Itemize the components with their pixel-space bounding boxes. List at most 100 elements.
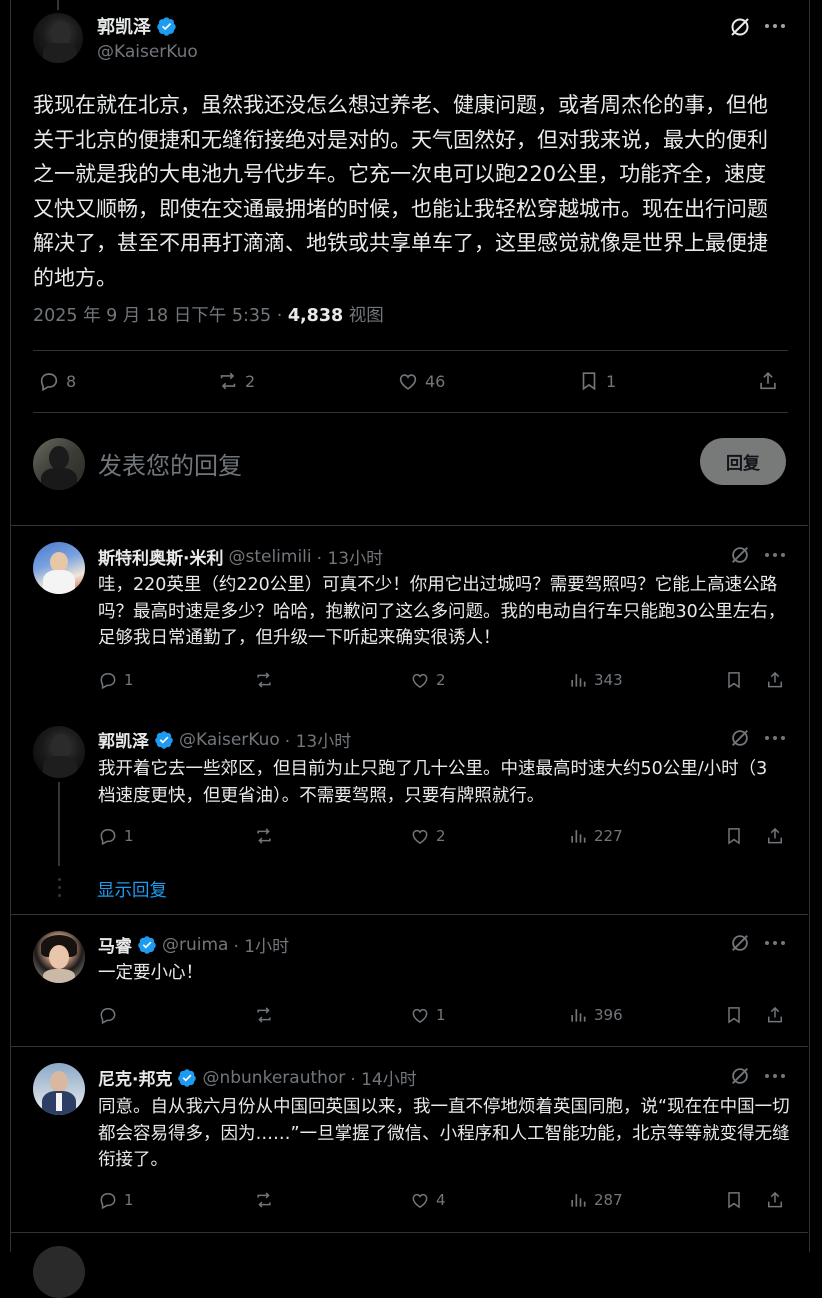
bookmark-action[interactable] xyxy=(724,1005,744,1025)
repost-icon xyxy=(257,672,271,688)
repost-action[interactable]: 2 xyxy=(217,370,255,392)
like-count: 4 xyxy=(436,1191,446,1209)
bookmark-action[interactable] xyxy=(724,670,744,690)
like-action[interactable]: 4 xyxy=(410,1190,446,1210)
like-icon xyxy=(412,1193,428,1208)
like-action[interactable]: 46 xyxy=(397,370,445,392)
grok-icon[interactable] xyxy=(729,1065,751,1087)
grok-icon[interactable] xyxy=(728,15,752,39)
bookmark-action[interactable] xyxy=(724,1190,744,1210)
like-action[interactable]: 2 xyxy=(410,670,446,690)
views-count: 396 xyxy=(594,1006,623,1024)
more-icon[interactable] xyxy=(764,937,786,949)
views-count: 4,838 xyxy=(287,306,344,326)
repost-action[interactable] xyxy=(254,670,274,690)
avatar-kaiserkuo[interactable] xyxy=(33,726,85,778)
bookmark-action[interactable]: 1 xyxy=(578,370,616,392)
reply-author-handle[interactable]: @ruima xyxy=(162,935,228,955)
reply-time[interactable]: · 13小时 xyxy=(317,544,383,569)
share-action[interactable] xyxy=(765,670,785,690)
reply-author-name[interactable]: 尼克·邦克 xyxy=(98,1065,172,1090)
like-action[interactable]: 2 xyxy=(410,826,446,846)
reply-time[interactable]: · 14小时 xyxy=(350,1065,416,1090)
share-action[interactable] xyxy=(765,826,785,846)
avatar-stelimili[interactable] xyxy=(33,542,85,594)
repost-action[interactable] xyxy=(254,1005,274,1025)
current-user-avatar[interactable] xyxy=(33,438,85,490)
reply-text: 我开着它去一些郊区，但目前为止只跑了几十公里。中速最高时速大约50公里/小时（3… xyxy=(98,759,768,806)
bookmark-action[interactable] xyxy=(724,826,744,846)
reply-count: 8 xyxy=(66,371,77,391)
share-icon xyxy=(760,372,776,390)
divider xyxy=(11,1232,808,1233)
views-count: 227 xyxy=(594,827,623,845)
reply-header: 尼克·邦克 @nbunkerauthor · 14小时 xyxy=(98,1065,417,1091)
verified-badge-icon xyxy=(157,16,176,36)
grok-icon[interactable] xyxy=(729,932,751,954)
reply-count: 1 xyxy=(124,827,134,845)
reply-header: 斯特利奥斯·米利 @stelimili · 13小时 xyxy=(98,544,383,570)
like-icon xyxy=(412,673,428,688)
avatar-ruima[interactable] xyxy=(33,931,85,983)
like-icon xyxy=(412,1008,428,1023)
views-action[interactable]: 396 xyxy=(568,1005,623,1025)
bookmark-icon xyxy=(728,1007,740,1024)
reply-action[interactable]: 1 xyxy=(98,1190,134,1210)
repost-action[interactable] xyxy=(254,826,274,846)
reply-author-name[interactable]: 斯特利奥斯·米利 xyxy=(98,544,223,569)
more-icon[interactable] xyxy=(764,549,786,561)
divider xyxy=(11,525,808,526)
views-count: 287 xyxy=(594,1191,623,1209)
like-count: 2 xyxy=(436,671,446,689)
reply-text: 一定要小心！ xyxy=(98,963,203,983)
reply-icon xyxy=(100,829,116,846)
share-icon xyxy=(768,671,782,688)
reply-button[interactable]: 回复 xyxy=(700,438,786,485)
main-tweet-text: 我现在就在北京，虽然我还没怎么想过养老、健康问题，或者周杰伦的事，但他关于北京的… xyxy=(33,93,768,290)
verified-badge-icon xyxy=(178,1068,197,1087)
like-count: 1 xyxy=(436,1006,446,1024)
like-action[interactable]: 1 xyxy=(410,1005,446,1025)
repost-count: 2 xyxy=(245,371,256,391)
more-icon[interactable] xyxy=(764,732,786,744)
author-name[interactable]: 郭凯泽 xyxy=(97,13,151,39)
reply-author-handle[interactable]: @nbunkerauthor xyxy=(202,1068,345,1088)
divider xyxy=(33,350,788,351)
reply-action[interactable]: 1 xyxy=(98,670,134,690)
tweet-timestamp[interactable]: 2025 年 9 月 18 日下午 5:35 xyxy=(33,306,271,326)
grok-icon[interactable] xyxy=(729,727,751,749)
grok-icon[interactable] xyxy=(729,544,751,566)
reply-action[interactable] xyxy=(98,1005,118,1025)
avatar-next-reply[interactable] xyxy=(33,1246,85,1298)
repost-action[interactable] xyxy=(254,1190,274,1210)
reply-time[interactable]: · 1小时 xyxy=(233,932,289,957)
views-icon xyxy=(571,674,586,687)
more-icon[interactable] xyxy=(764,20,786,32)
views-action[interactable]: 287 xyxy=(568,1190,623,1210)
reply-icon xyxy=(100,1193,116,1210)
views-action[interactable]: 343 xyxy=(568,670,623,690)
main-author[interactable]: 郭凯泽 xyxy=(97,13,177,39)
reply-action[interactable]: 8 xyxy=(38,370,76,392)
author-handle[interactable]: @KaiserKuo xyxy=(97,42,198,62)
reply-composer-input[interactable]: 发表您的回复 xyxy=(98,446,242,481)
avatar-nbunkerauthor[interactable] xyxy=(33,1063,85,1115)
like-icon xyxy=(399,374,417,390)
avatar-kaiserkuo[interactable] xyxy=(33,13,83,63)
share-action[interactable] xyxy=(757,370,779,392)
reply-author-name[interactable]: 马睿 xyxy=(98,932,132,957)
reply-author-handle[interactable]: @stelimili xyxy=(228,547,311,567)
share-action[interactable] xyxy=(765,1190,785,1210)
reply-action[interactable]: 1 xyxy=(98,826,134,846)
thread-dots xyxy=(55,876,63,902)
reply-time[interactable]: · 13小时 xyxy=(285,727,351,752)
views-action[interactable]: 227 xyxy=(568,826,623,846)
share-icon xyxy=(768,1191,782,1208)
reply-author-handle[interactable]: @KaiserKuo xyxy=(179,730,280,750)
share-action[interactable] xyxy=(765,1005,785,1025)
views-label: 视图 xyxy=(348,306,384,326)
show-replies-link[interactable]: 显示回复 xyxy=(97,877,167,902)
more-icon[interactable] xyxy=(764,1070,786,1082)
divider xyxy=(11,914,808,915)
reply-author-name[interactable]: 郭凯泽 xyxy=(98,727,149,752)
